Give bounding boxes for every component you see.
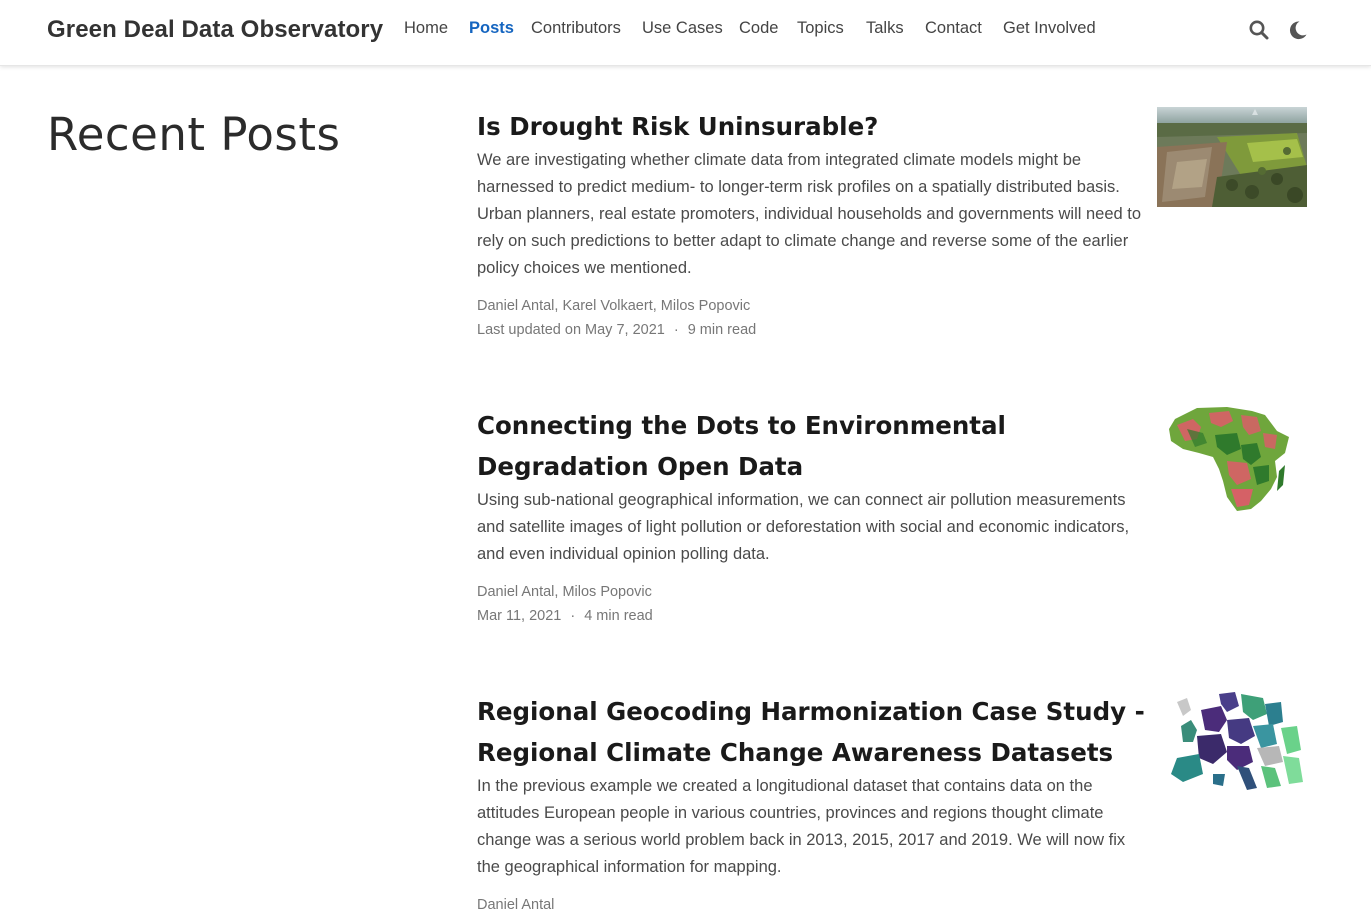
post-title[interactable]: Is Drought Risk Uninsurable? — [477, 106, 1147, 147]
post-summary: In the previous example we created a lon… — [477, 777, 1126, 876]
nav-item-contributors[interactable]: Contributors — [531, 19, 621, 38]
post-authors: Daniel Antal — [477, 893, 1307, 917]
nav-item-code[interactable]: Code — [739, 19, 778, 38]
nav-item-use-cases[interactable]: Use Cases — [642, 19, 723, 38]
post-date: Mar 11, 2021 — [477, 608, 562, 624]
meta-separator: · — [673, 322, 679, 338]
page-title: Recent Posts — [47, 108, 341, 161]
navbar: Green Deal Data Observatory Home Posts C… — [0, 0, 1371, 66]
post-thumbnail-africa[interactable] — [1157, 405, 1307, 513]
post-authors: Daniel Antal, Karel Volkaert, Milos Popo… — [477, 298, 751, 314]
post-thumbnail-europe[interactable] — [1157, 690, 1307, 794]
post-date-row: Last updated on May 7, 2021 · 9 min read — [477, 318, 1307, 342]
author-link[interactable]: Milos Popovic — [562, 584, 651, 600]
post-summary: We are investigating whether climate dat… — [477, 151, 1142, 277]
author-link[interactable]: Daniel Antal — [477, 897, 554, 913]
post-title[interactable]: Connecting the Dots to Environmental Deg… — [477, 405, 1147, 487]
post-summary: Using sub-national geographical informat… — [477, 491, 1130, 563]
post-date: Last updated on May 7, 2021 — [477, 322, 665, 338]
post-meta: Daniel Antal — [477, 893, 1307, 917]
author-link[interactable]: Daniel Antal — [477, 298, 554, 314]
post-date-row: Mar 11, 2021 · 4 min read — [477, 604, 1307, 628]
meta-separator: · — [570, 608, 576, 624]
moon-icon[interactable] — [1287, 19, 1309, 41]
post-meta: Daniel Antal, Milos Popovic Mar 11, 2021… — [477, 580, 1307, 628]
post-read-time: 4 min read — [584, 608, 653, 624]
nav-item-get-involved[interactable]: Get Involved — [1003, 19, 1096, 38]
nav-item-topics[interactable]: Topics — [797, 19, 844, 38]
post-thumbnail-drought[interactable] — [1157, 107, 1307, 207]
author-link[interactable]: Milos Popovic — [661, 298, 750, 314]
nav-item-home[interactable]: Home — [404, 19, 448, 38]
nav-item-posts[interactable]: Posts — [469, 19, 514, 38]
post-meta: Daniel Antal, Karel Volkaert, Milos Popo… — [477, 294, 1307, 342]
search-icon[interactable] — [1248, 19, 1270, 41]
post-read-time: 9 min read — [687, 322, 757, 338]
site-brand[interactable]: Green Deal Data Observatory — [47, 16, 383, 44]
nav-item-talks[interactable]: Talks — [866, 19, 904, 38]
post-title[interactable]: Regional Geocoding Harmonization Case St… — [477, 691, 1147, 773]
post-authors: Daniel Antal, Milos Popovic — [477, 584, 652, 600]
nav-item-contact[interactable]: Contact — [925, 19, 982, 38]
author-link[interactable]: Karel Volkaert — [562, 298, 652, 314]
author-link[interactable]: Daniel Antal — [477, 584, 554, 600]
